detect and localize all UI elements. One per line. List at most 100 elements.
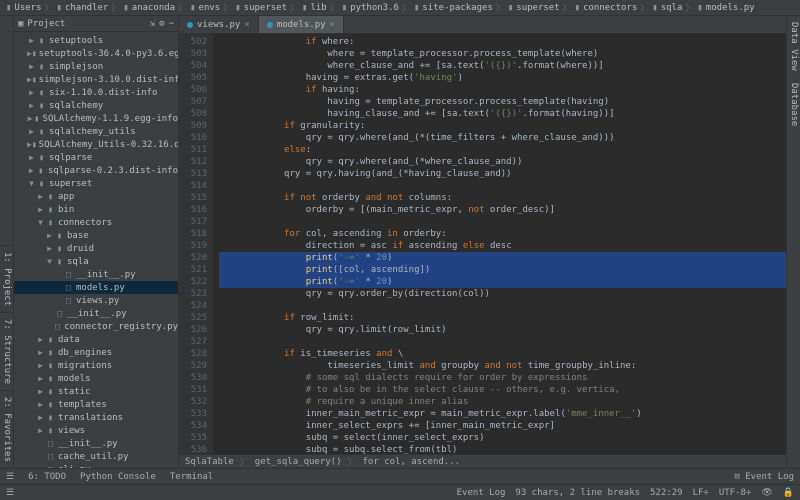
nav-item[interactable]: SqlaTable — [185, 457, 234, 467]
breadcrumb-item[interactable]: connectors — [583, 3, 637, 13]
arrow-icon[interactable]: ▶ — [36, 426, 45, 435]
tree-item[interactable]: ⬚__init__.py — [14, 268, 178, 281]
code-line[interactable]: qry = qry.limit(row_limit) — [219, 324, 786, 336]
code-line[interactable]: where = template_processor.process_templ… — [219, 48, 786, 60]
tree-item[interactable]: ▶▮bin — [14, 203, 178, 216]
bottom-tool[interactable]: Python Console — [80, 472, 156, 482]
tree-item[interactable]: ▶▮migrations — [14, 359, 178, 372]
tree-item[interactable]: ⬚connector_registry.py — [14, 320, 178, 333]
code-line[interactable]: having_clause_and += [sa.text('({})'.for… — [219, 108, 786, 120]
encoding[interactable]: UTF-8÷ — [719, 488, 752, 498]
tool-tab[interactable]: Database — [787, 77, 800, 132]
code-line[interactable]: qry = qry.where(and_(*where_clause_and)) — [219, 156, 786, 168]
code-line[interactable]: # require a unique inner alias — [219, 396, 786, 408]
arrow-icon[interactable]: ▶ — [45, 231, 54, 240]
tree-item[interactable]: ⬚cache_util.py — [14, 450, 178, 463]
editor-tab[interactable]: views.py× — [179, 16, 259, 33]
code-line[interactable]: qry = qry.where(and_(*(time_filters + wh… — [219, 132, 786, 144]
tree-item[interactable]: ▶▮SQLAlchemy-1.1.9.egg-info — [14, 112, 178, 125]
tree-item[interactable]: ▼▮connectors — [14, 216, 178, 229]
tree-item[interactable]: ▶▮views — [14, 424, 178, 437]
breadcrumb-item[interactable]: sqla — [661, 3, 683, 13]
tree-item[interactable]: ▶▮base — [14, 229, 178, 242]
nav-item[interactable]: for col, ascend... — [363, 457, 461, 467]
tree-item[interactable]: ▼▮superset — [14, 177, 178, 190]
collapse-icon[interactable]: ⇲ — [150, 19, 155, 29]
nav-trail[interactable]: SqlaTable〉get_sqla_query()〉for col, asce… — [179, 454, 786, 468]
bottom-tool[interactable]: 6: TODO — [28, 472, 66, 482]
arrow-icon[interactable]: ▶ — [27, 88, 36, 97]
code-line[interactable]: if where: — [219, 36, 786, 48]
arrow-icon[interactable]: ▶ — [27, 62, 36, 71]
breadcrumb-item[interactable]: anaconda — [132, 3, 175, 13]
breadcrumb-item[interactable]: Users — [14, 3, 41, 13]
code-line[interactable]: print('-=' * 20) — [219, 252, 786, 264]
project-tree[interactable]: ▶▮setuptools▶▮setuptools-36.4.0-py3.6.eg… — [14, 32, 178, 468]
tree-item[interactable]: ▶▮simplejson — [14, 60, 178, 73]
arrow-icon[interactable]: ▶ — [27, 36, 36, 45]
arrow-icon[interactable]: ▼ — [27, 179, 36, 188]
code-line[interactable]: inner_select_exprs += [inner_main_metric… — [219, 420, 786, 432]
code-line[interactable]: orderby = [(main_metric_expr, not order_… — [219, 204, 786, 216]
code-line[interactable]: else: — [219, 144, 786, 156]
breadcrumb-item[interactable]: models.py — [706, 3, 755, 13]
breadcrumb-item[interactable]: superset — [244, 3, 287, 13]
code-line[interactable]: subq = subq.select_from(tbl) — [219, 444, 786, 454]
event-log[interactable]: Event Log — [457, 488, 506, 498]
code-line[interactable]: subq = select(inner_select_exprs) — [219, 432, 786, 444]
arrow-icon[interactable]: ▶ — [27, 101, 36, 110]
close-icon[interactable]: × — [330, 20, 335, 30]
arrow-icon[interactable]: ▶ — [36, 400, 45, 409]
event-log-btn[interactable]: ⊡ Event Log — [734, 472, 794, 482]
tree-item[interactable]: ▼▮sqla — [14, 255, 178, 268]
code-line[interactable]: if is_timeseries and \ — [219, 348, 786, 360]
close-icon[interactable]: × — [244, 20, 249, 30]
code-line[interactable] — [219, 336, 786, 348]
tree-item[interactable]: ▶▮setuptools-36.4.0-py3.6.egg-info — [14, 47, 178, 60]
breadcrumb-item[interactable]: python3.6 — [350, 3, 399, 13]
tree-item[interactable]: ▶▮sqlparse — [14, 151, 178, 164]
arrow-icon[interactable]: ▼ — [45, 257, 54, 266]
code-line[interactable]: # to also be in the select clause -- oth… — [219, 384, 786, 396]
arrow-icon[interactable]: ▶ — [36, 387, 45, 396]
code-line[interactable]: having = extras.get('having') — [219, 72, 786, 84]
arrow-icon[interactable]: ▶ — [27, 153, 36, 162]
arrow-icon[interactable]: ▶ — [27, 166, 36, 175]
arrow-icon[interactable]: ▶ — [36, 335, 45, 344]
gear-icon[interactable]: ⚙ — [159, 19, 164, 29]
breadcrumb-item[interactable]: superset — [516, 3, 559, 13]
arrow-icon[interactable]: ▶ — [36, 413, 45, 422]
tree-item[interactable]: ▶▮data — [14, 333, 178, 346]
tool-tab[interactable]: 2: Favorites — [0, 390, 13, 468]
tree-item[interactable]: ▶▮models — [14, 372, 178, 385]
tree-item[interactable]: ⬚__init__.py — [14, 307, 178, 320]
arrow-icon[interactable]: ▶ — [45, 244, 54, 253]
tree-item[interactable]: ⬚models.py — [14, 281, 178, 294]
tree-item[interactable]: ▶▮translations — [14, 411, 178, 424]
code-line[interactable]: if granularity: — [219, 120, 786, 132]
tree-item[interactable]: ▶▮app — [14, 190, 178, 203]
breadcrumb-item[interactable]: lib — [310, 3, 326, 13]
editor-tab[interactable]: models.py× — [259, 16, 344, 33]
tree-item[interactable]: ▶▮sqlalchemy_utils — [14, 125, 178, 138]
code-line[interactable]: direction = asc if ascending else desc — [219, 240, 786, 252]
breadcrumb-item[interactable]: chandler — [65, 3, 108, 13]
tree-item[interactable]: ▶▮setuptools — [14, 34, 178, 47]
arrow-icon[interactable]: ▶ — [36, 205, 45, 214]
tree-item[interactable]: ⬚__init__.py — [14, 437, 178, 450]
code-line[interactable]: qry = qry.order_by(direction(col)) — [219, 288, 786, 300]
bottom-tool[interactable]: Terminal — [170, 472, 213, 482]
code-line[interactable]: if not orderby and not columns: — [219, 192, 786, 204]
tree-item[interactable]: ⬚views.py — [14, 294, 178, 307]
tool-tab[interactable]: Data View — [787, 16, 800, 77]
code-line[interactable]: if having: — [219, 84, 786, 96]
arrow-icon[interactable]: ▶ — [36, 374, 45, 383]
breadcrumb-item[interactable]: site-packages — [422, 3, 492, 13]
code-line[interactable]: inner_main_metric_expr = main_metric_exp… — [219, 408, 786, 420]
line-sep[interactable]: LF÷ — [693, 488, 709, 498]
arrow-icon[interactable]: ▼ — [36, 218, 45, 227]
code-line[interactable]: for col, ascending in orderby: — [219, 228, 786, 240]
tree-item[interactable]: ▶▮sqlalchemy — [14, 99, 178, 112]
inspect-icon[interactable]: 👁 — [761, 488, 772, 498]
code-line[interactable]: having = template_processor.process_temp… — [219, 96, 786, 108]
